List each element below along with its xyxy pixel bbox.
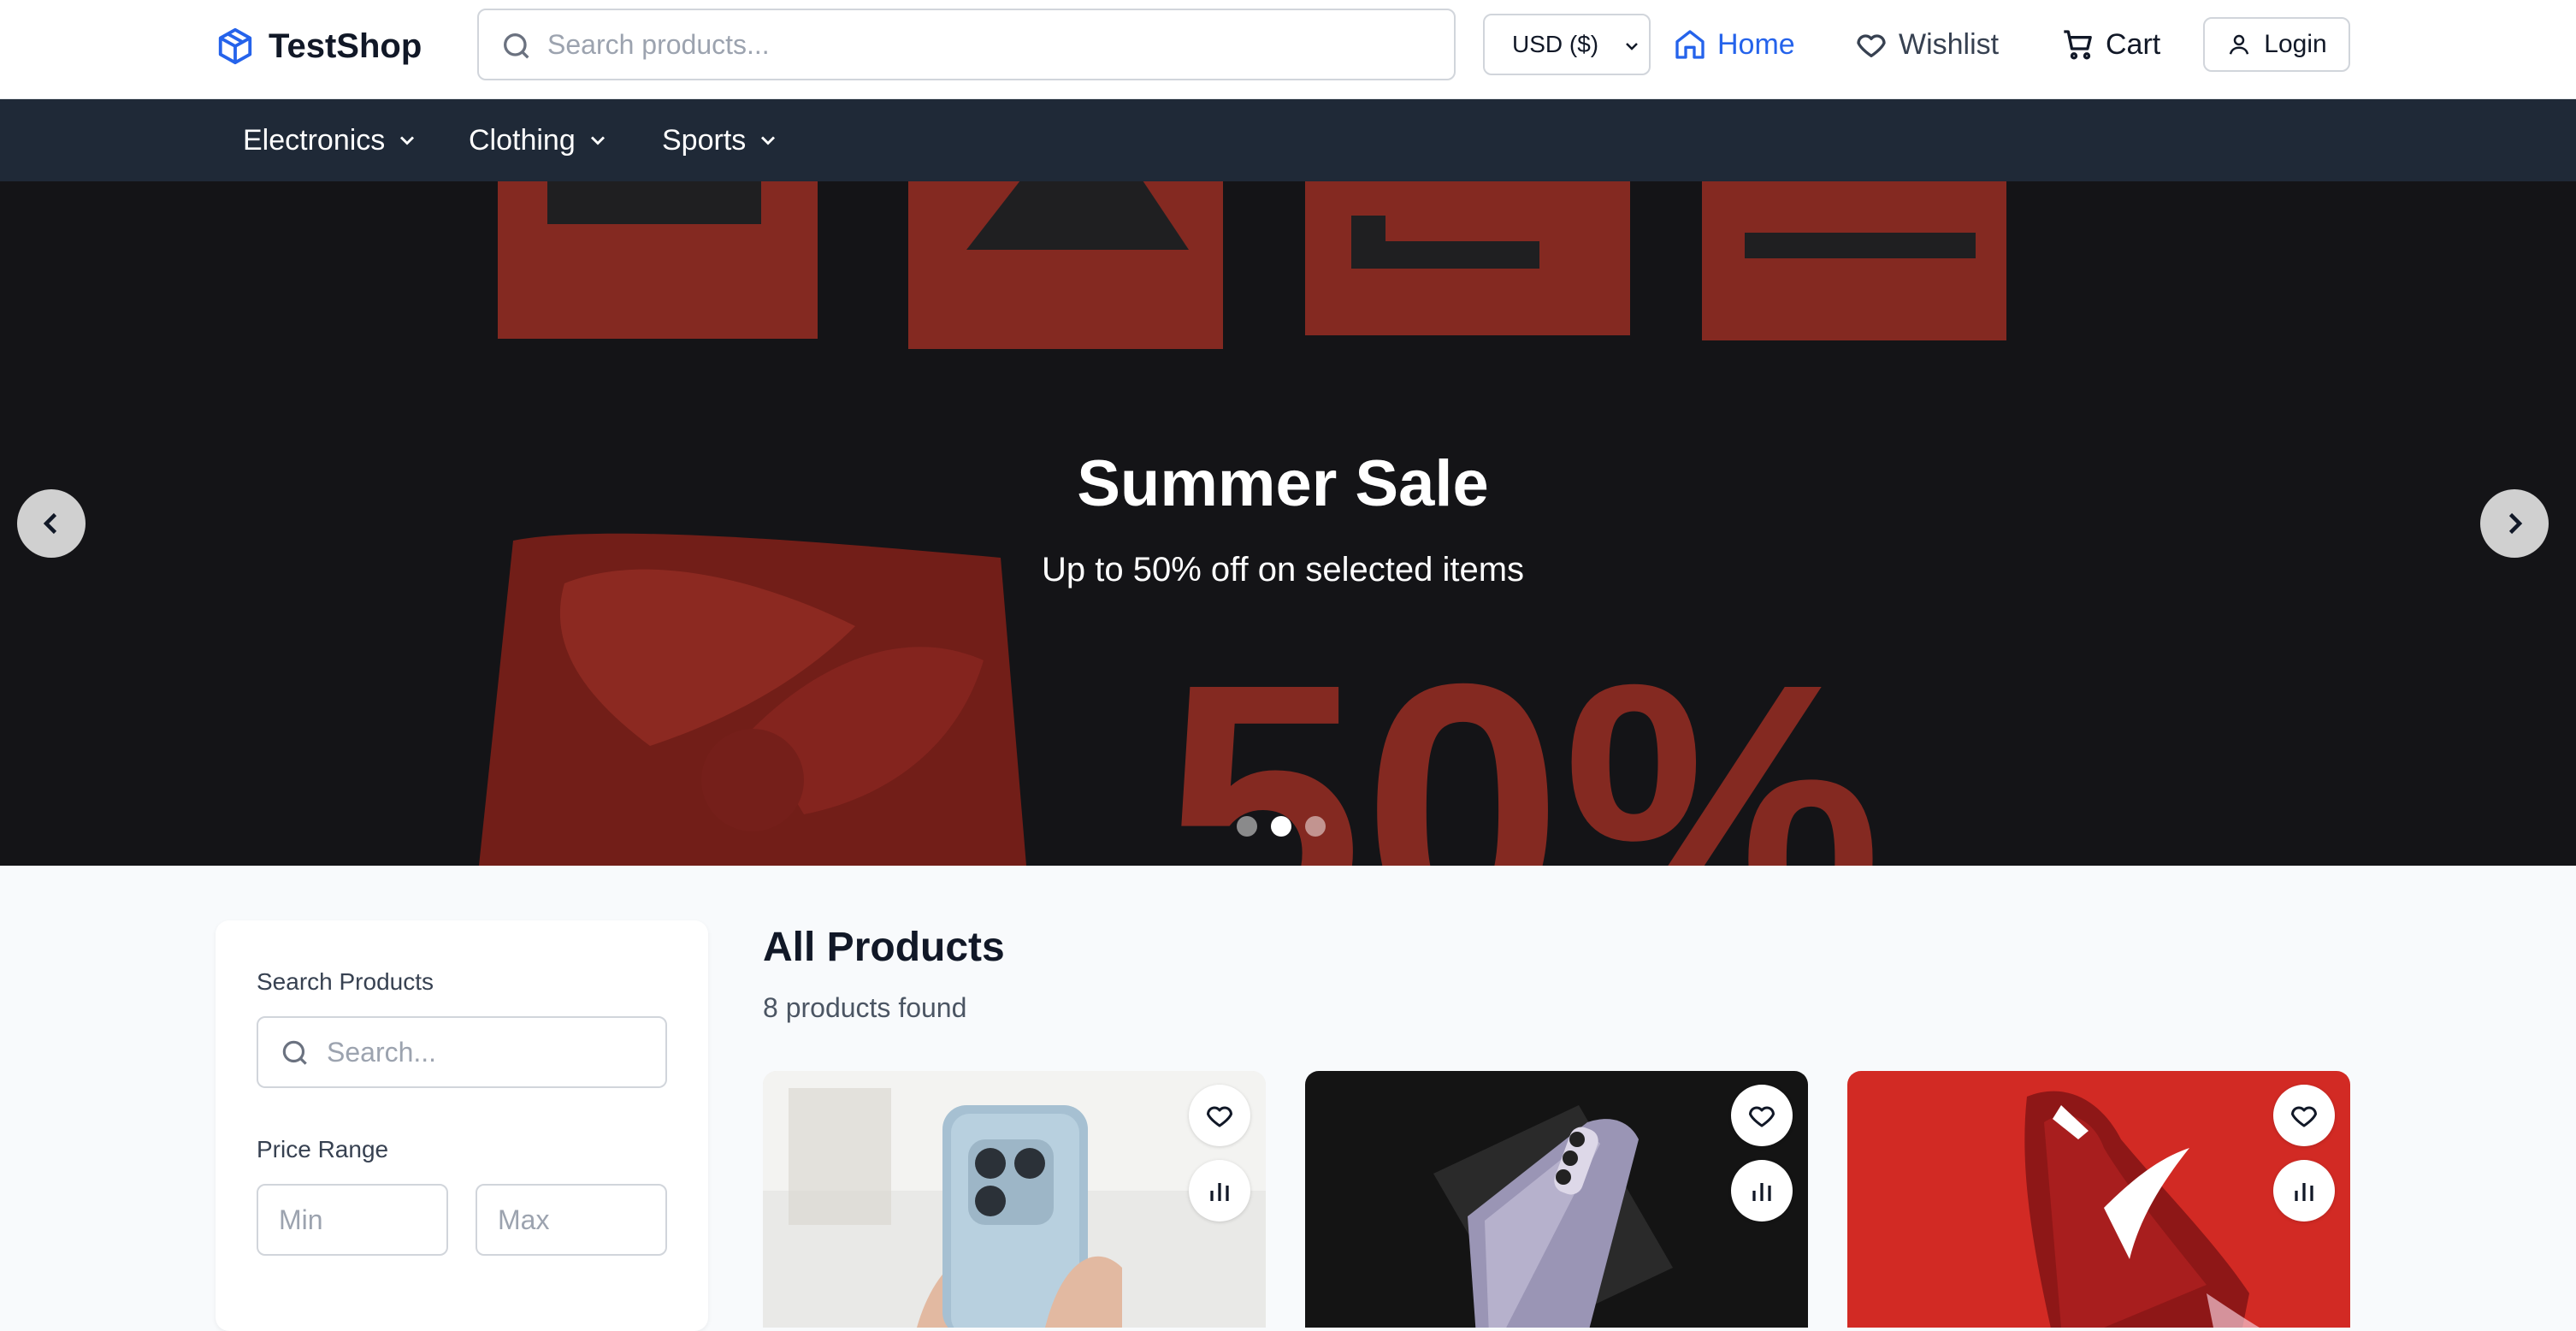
search-icon bbox=[504, 33, 529, 59]
category-label: Electronics bbox=[243, 123, 386, 157]
carousel-dots bbox=[1237, 816, 1326, 837]
hero-carousel: 50% Summer Sale Up to 50% off on selecte… bbox=[0, 181, 2576, 866]
currency-select[interactable]: USD ($) bbox=[1483, 14, 1651, 75]
products-count: 8 products found bbox=[763, 992, 967, 1023]
user-icon bbox=[2230, 34, 2249, 55]
chevron-down-icon bbox=[1626, 43, 1638, 50]
nav-wishlist[interactable]: Wishlist bbox=[1854, 21, 1999, 68]
price-range-label: Price Range bbox=[257, 1136, 389, 1162]
chevron-right-icon bbox=[2508, 512, 2523, 535]
chevron-down-icon bbox=[590, 136, 605, 145]
compare-button[interactable] bbox=[1731, 1160, 1793, 1222]
nav-cart[interactable]: Cart bbox=[2061, 21, 2160, 68]
category-nav: Electronics Clothing Sports bbox=[0, 99, 2576, 181]
carousel-dot[interactable] bbox=[1237, 816, 1257, 837]
heart-icon bbox=[1857, 34, 1886, 58]
heart-icon bbox=[1749, 1106, 1775, 1127]
wishlist-button[interactable] bbox=[1731, 1085, 1793, 1146]
nav-cart-label: Cart bbox=[2106, 27, 2161, 61]
search-icon bbox=[282, 1040, 307, 1065]
hero-subtitle: Up to 50% off on selected items bbox=[1041, 551, 1525, 589]
category-label: Clothing bbox=[469, 123, 576, 157]
hero-background-image: 50% bbox=[0, 181, 2576, 866]
hero-title: Summer Sale bbox=[1077, 447, 1489, 520]
brand-logo[interactable]: TestShop bbox=[216, 22, 422, 70]
filters-panel: Search Products Price Range bbox=[216, 920, 708, 1331]
home-icon bbox=[1675, 30, 1705, 59]
price-max-input[interactable] bbox=[476, 1184, 667, 1256]
filter-search-input[interactable] bbox=[327, 1018, 660, 1086]
bar-chart-icon bbox=[1752, 1183, 1771, 1201]
products-heading: All Products bbox=[763, 925, 1005, 970]
carousel-dot-active[interactable] bbox=[1271, 816, 1291, 837]
wishlist-button[interactable] bbox=[1189, 1085, 1250, 1146]
product-card[interactable] bbox=[1847, 1071, 2350, 1328]
category-label: Sports bbox=[662, 123, 747, 157]
carousel-dot[interactable] bbox=[1305, 816, 1326, 837]
category-sports[interactable]: Sports bbox=[662, 99, 780, 181]
category-electronics[interactable]: Electronics bbox=[243, 99, 419, 181]
chevron-down-icon bbox=[400, 136, 415, 145]
carousel-prev-button[interactable] bbox=[17, 489, 86, 558]
product-card[interactable] bbox=[763, 1071, 1266, 1328]
chevron-down-icon bbox=[761, 136, 776, 145]
filter-search bbox=[257, 1016, 667, 1088]
product-card[interactable] bbox=[1305, 1071, 1808, 1328]
search-products-label: Search Products bbox=[257, 968, 434, 995]
compare-button[interactable] bbox=[2273, 1160, 2335, 1222]
chevron-left-icon bbox=[43, 512, 57, 535]
login-button[interactable]: Login bbox=[2203, 17, 2350, 72]
bar-chart-icon bbox=[2295, 1183, 2313, 1201]
nav-home-label: Home bbox=[1717, 27, 1795, 61]
bar-chart-icon bbox=[1210, 1183, 1229, 1201]
nav-home[interactable]: Home bbox=[1673, 21, 1795, 68]
header-search bbox=[477, 9, 1456, 80]
wishlist-button[interactable] bbox=[2273, 1085, 2335, 1146]
price-min-input[interactable] bbox=[257, 1184, 448, 1256]
box-icon bbox=[218, 27, 252, 65]
top-header: TestShop USD ($) Home Wishlist Cart Logi… bbox=[0, 0, 2576, 99]
cart-icon bbox=[2064, 30, 2092, 60]
login-label: Login bbox=[2264, 30, 2327, 58]
currency-value: USD ($) bbox=[1512, 31, 1599, 57]
heart-icon bbox=[1207, 1106, 1232, 1127]
search-input[interactable] bbox=[547, 10, 1445, 79]
brand-name: TestShop bbox=[269, 27, 422, 65]
carousel-next-button[interactable] bbox=[2480, 489, 2549, 558]
nav-wishlist-label: Wishlist bbox=[1899, 27, 2000, 61]
heart-icon bbox=[2291, 1106, 2317, 1127]
category-clothing[interactable]: Clothing bbox=[469, 99, 610, 181]
compare-button[interactable] bbox=[1189, 1160, 1250, 1222]
